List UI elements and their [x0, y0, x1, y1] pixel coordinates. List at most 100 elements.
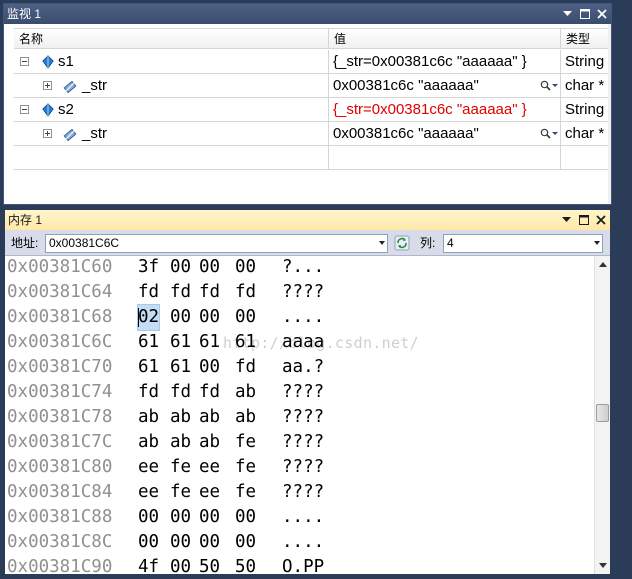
watch-row[interactable]: _str 0x00381c6c "aaaaaa" char *: [14, 74, 611, 98]
memory-row[interactable]: 0x00381C84 ee fe ee fe????: [5, 480, 594, 505]
restore-icon[interactable]: [577, 214, 590, 227]
memory-row[interactable]: 0x00381C88 00 00 00 00....: [5, 505, 594, 530]
memory-byte[interactable]: ab: [199, 405, 220, 430]
memory-byte[interactable]: fd: [199, 280, 220, 305]
memory-byte[interactable]: 00: [235, 505, 256, 530]
memory-byte[interactable]: 50: [199, 555, 220, 574]
memory-row[interactable]: 0x00381C68 02 00 00 00....: [5, 304, 594, 331]
collapse-icon[interactable]: [20, 105, 29, 114]
column-header-value[interactable]: 值: [328, 29, 560, 49]
memory-row[interactable]: 0x00381C6C 61 61 61 61 aaaa: [5, 330, 594, 355]
memory-byte[interactable]: fd: [235, 280, 256, 305]
memory-row[interactable]: 0x00381C90 4f 00 50 50 O.PP: [5, 555, 594, 574]
memory-row[interactable]: 0x00381C78 ab ab ab ab????: [5, 405, 594, 430]
memory-byte[interactable]: 61: [138, 330, 159, 355]
memory-byte[interactable]: 00: [199, 305, 220, 330]
scroll-thumb[interactable]: [596, 404, 609, 422]
magnifier-icon[interactable]: [540, 128, 558, 139]
memory-byte[interactable]: ee: [138, 480, 159, 505]
memory-byte[interactable]: 00: [199, 256, 220, 280]
memory-byte[interactable]: 02: [136, 304, 161, 331]
memory-row[interactable]: 0x00381C70 61 61 00 fd aa.?: [5, 355, 594, 380]
memory-byte[interactable]: 50: [235, 555, 256, 574]
memory-byte[interactable]: ab: [235, 405, 256, 430]
memory-byte[interactable]: ab: [170, 430, 191, 455]
memory-grid[interactable]: http://blog.csdn.net/ 0x00381C60 3f 00 00 00…: [5, 256, 594, 574]
scroll-down-icon[interactable]: [599, 563, 607, 568]
dropdown-arrow-icon[interactable]: [560, 214, 573, 227]
memory-byte[interactable]: fe: [170, 480, 191, 505]
columns-select[interactable]: 4: [443, 234, 603, 253]
memory-byte[interactable]: 00: [170, 555, 191, 574]
watch-row[interactable]: s2 {_str=0x00381c6c "aaaaaa" } String: [14, 98, 611, 122]
memory-byte[interactable]: fe: [235, 430, 256, 455]
memory-byte[interactable]: fd: [138, 280, 159, 305]
watch-value-changed[interactable]: {_str=0x00381c6c "aaaaaa" }: [328, 98, 560, 122]
chevron-down-icon[interactable]: [594, 241, 600, 245]
memory-byte[interactable]: ab: [138, 405, 159, 430]
memory-title-bar[interactable]: 内存 1: [5, 210, 610, 230]
memory-byte[interactable]: ee: [138, 455, 159, 480]
memory-byte[interactable]: 00: [138, 505, 159, 530]
memory-byte[interactable]: ab: [138, 430, 159, 455]
memory-byte[interactable]: 00: [170, 505, 191, 530]
column-header-name[interactable]: 名称: [14, 29, 328, 49]
expand-icon[interactable]: [43, 81, 52, 90]
memory-byte[interactable]: 00: [235, 256, 256, 280]
expand-icon[interactable]: [43, 129, 52, 138]
close-icon[interactable]: [595, 8, 608, 21]
memory-row[interactable]: 0x00381C80 ee fe ee fe????: [5, 455, 594, 480]
watch-value[interactable]: {_str=0x00381c6c "aaaaaa" }: [328, 50, 560, 74]
memory-row[interactable]: 0x00381C60 3f 00 00 00?...: [5, 256, 594, 280]
memory-byte[interactable]: ee: [199, 480, 220, 505]
memory-byte[interactable]: fe: [235, 455, 256, 480]
memory-byte[interactable]: 00: [199, 505, 220, 530]
watch-title-bar[interactable]: 监视 1: [4, 4, 611, 24]
watch-value[interactable]: 0x00381c6c "aaaaaa": [333, 125, 479, 142]
memory-byte[interactable]: 4f: [138, 555, 159, 574]
memory-row[interactable]: 0x00381C74 fd fd fd ab????: [5, 380, 594, 405]
watch-name-cell-empty[interactable]: [14, 146, 328, 170]
scroll-up-icon[interactable]: [599, 262, 607, 267]
restore-icon[interactable]: [578, 8, 591, 21]
memory-byte[interactable]: fd: [138, 380, 159, 405]
memory-byte[interactable]: 00: [199, 530, 220, 555]
collapse-icon[interactable]: [20, 57, 29, 66]
memory-byte[interactable]: ab: [235, 380, 256, 405]
memory-byte[interactable]: 00: [138, 530, 159, 555]
watch-value[interactable]: 0x00381c6c "aaaaaa": [333, 77, 479, 94]
memory-byte[interactable]: 00: [199, 355, 220, 380]
dropdown-arrow-icon[interactable]: [561, 8, 574, 21]
memory-byte[interactable]: 00: [170, 256, 191, 280]
memory-byte[interactable]: ab: [199, 430, 220, 455]
address-input[interactable]: 0x00381C6C: [45, 234, 388, 253]
memory-row[interactable]: 0x00381C7C ab ab ab fe????: [5, 430, 594, 455]
memory-byte[interactable]: 3f: [138, 256, 159, 280]
memory-byte[interactable]: 00: [235, 305, 256, 330]
memory-byte[interactable]: fd: [199, 380, 220, 405]
memory-row[interactable]: 0x00381C8C 00 00 00 00....: [5, 530, 594, 555]
memory-byte[interactable]: 61: [170, 355, 191, 380]
memory-byte[interactable]: 61: [199, 330, 220, 355]
watch-new-entry-row[interactable]: [14, 146, 611, 170]
memory-scrollbar[interactable]: [594, 256, 610, 574]
memory-byte[interactable]: 00: [170, 305, 191, 330]
memory-byte[interactable]: fe: [235, 480, 256, 505]
close-icon[interactable]: [594, 214, 607, 227]
watch-row[interactable]: s1 {_str=0x00381c6c "aaaaaa" } String: [14, 50, 611, 74]
memory-byte[interactable]: fd: [170, 380, 191, 405]
watch-row[interactable]: _str 0x00381c6c "aaaaaa" char *: [14, 122, 611, 146]
memory-byte[interactable]: fe: [170, 455, 191, 480]
memory-byte[interactable]: fd: [235, 355, 256, 380]
magnifier-icon[interactable]: [540, 80, 558, 91]
memory-byte[interactable]: 61: [170, 330, 191, 355]
memory-byte[interactable]: ee: [199, 455, 220, 480]
chevron-down-icon[interactable]: [379, 241, 385, 245]
memory-byte[interactable]: fd: [170, 280, 191, 305]
memory-byte[interactable]: 00: [235, 530, 256, 555]
refresh-icon[interactable]: [394, 235, 410, 251]
memory-byte[interactable]: 61: [138, 355, 159, 380]
memory-byte[interactable]: ab: [170, 405, 191, 430]
memory-byte[interactable]: 00: [170, 530, 191, 555]
column-header-type[interactable]: 类型: [560, 29, 611, 49]
